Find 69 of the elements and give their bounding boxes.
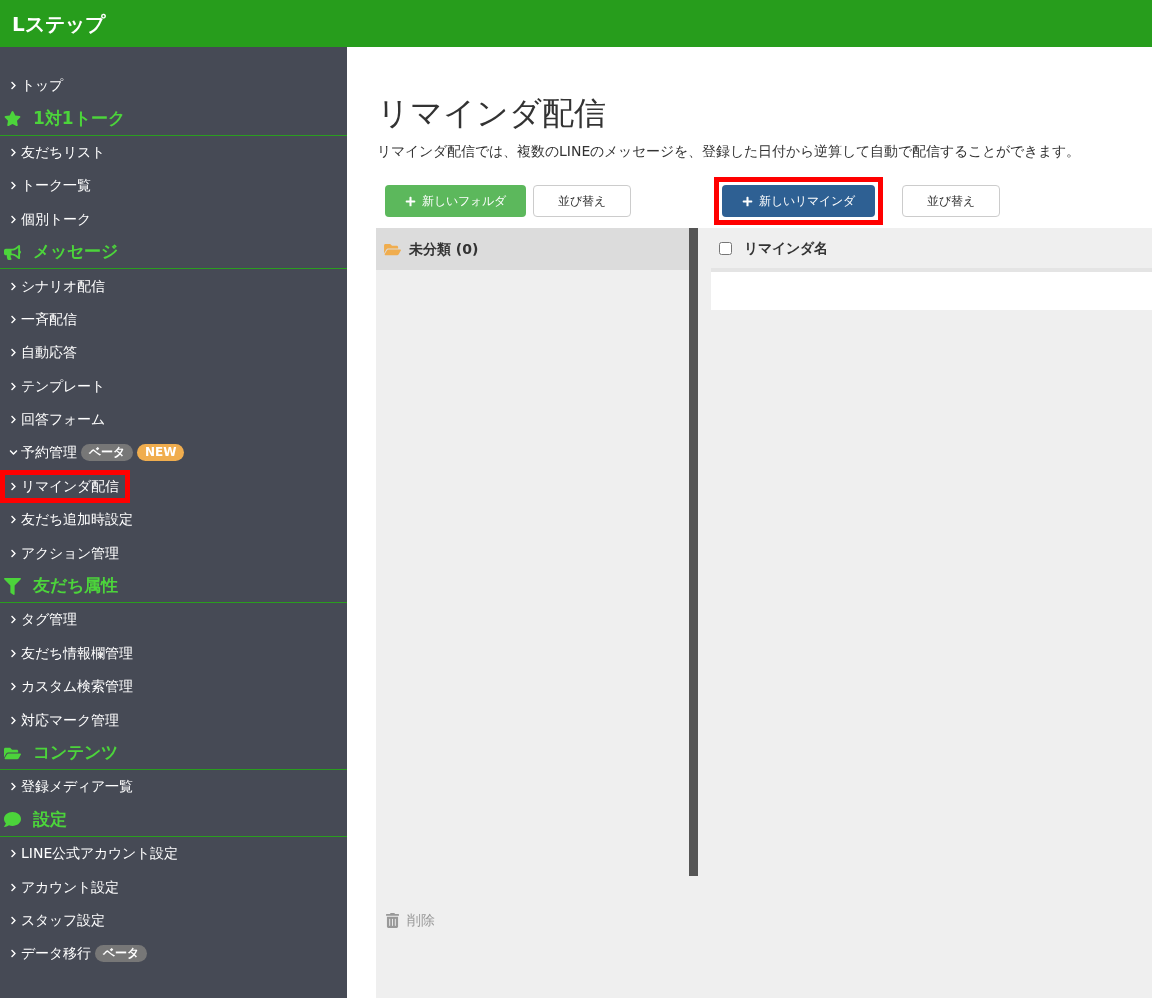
nav-link[interactable]: 友だち追加時設定 (9, 509, 133, 531)
nav-link[interactable]: LINE公式アカウント設定 (9, 843, 179, 865)
nav-link[interactable]: 友だち情報欄管理 (9, 642, 133, 664)
chevron-icon (9, 481, 18, 491)
section-label: コンテンツ (33, 741, 118, 765)
folder-icon (384, 241, 401, 257)
nav-link[interactable]: 対応マーク管理 (9, 709, 119, 731)
page-description: リマインダ配信では、複数のLINEのメッセージを、登録した日付から逆算して自動で配信することができます。 (377, 142, 1082, 161)
nav-link[interactable]: 自動応答 (9, 342, 77, 364)
folder-item[interactable]: 未分類 (0) (376, 228, 689, 270)
chevron-icon (9, 515, 18, 525)
nav-link[interactable]: 登録メディア一覧 (9, 776, 133, 798)
select-all-checkbox[interactable] (719, 241, 732, 255)
chevron-icon (9, 949, 18, 959)
chevron-icon (9, 314, 18, 324)
badge: NEW (137, 444, 185, 462)
nav-link[interactable]: 一斉配信 (9, 308, 77, 330)
nav-link[interactable]: タグ管理 (9, 609, 77, 631)
chevron-icon (9, 682, 18, 692)
speech-bubble-icon (4, 811, 21, 829)
chevron-icon (9, 882, 18, 892)
badge: ベータ (95, 945, 147, 963)
nav-link[interactable]: トップ (9, 75, 63, 97)
nav-link[interactable]: 予約管理 (9, 442, 77, 464)
funnel-icon (4, 577, 21, 595)
section-label: 1対1トーク (33, 106, 125, 130)
chevron-icon (9, 448, 18, 458)
page-title: リマインダ配信 (377, 93, 607, 134)
sort-button[interactable]: 並び替え (533, 185, 631, 217)
chevron-icon (9, 381, 18, 391)
chevron-icon (9, 648, 18, 658)
chevron-icon (9, 915, 18, 925)
plus-icon (405, 195, 416, 207)
chevron-icon (9, 147, 18, 157)
column-header: リマインダ名 (744, 238, 828, 258)
nav-link[interactable]: シナリオ配信 (9, 275, 105, 297)
chevron-icon (9, 281, 18, 291)
nav-link[interactable]: 友だちリスト (9, 141, 105, 163)
chevron-icon (9, 849, 18, 859)
new-button[interactable]: 新しいリマインダ (722, 185, 875, 217)
chevron-icon (9, 214, 18, 224)
nav-link[interactable]: データ移行 (9, 943, 91, 965)
chevron-icon (9, 782, 18, 792)
chevron-icon (9, 348, 18, 358)
logo[interactable]: Lステップ (12, 8, 105, 39)
plus-icon (742, 195, 753, 207)
sort-button[interactable]: 並び替え (902, 185, 1000, 217)
chevron-icon (9, 181, 18, 191)
nav-link[interactable]: アカウント設定 (9, 876, 119, 898)
nav-link[interactable]: アクション管理 (9, 542, 119, 564)
badge: ベータ (81, 444, 133, 462)
nav-link[interactable]: 回答フォーム (9, 409, 105, 431)
trash-icon (386, 913, 399, 928)
nav-link[interactable]: トーク一覧 (9, 175, 91, 197)
megaphone-icon (4, 243, 21, 261)
chevron-icon (9, 548, 18, 558)
chevron-icon (9, 81, 18, 91)
nav-link[interactable]: 個別トーク (9, 208, 91, 230)
section-label: メッセージ (33, 240, 118, 264)
nav-link[interactable]: テンプレート (9, 375, 105, 397)
nav-link[interactable]: リマインダ配信 (9, 475, 119, 497)
star-icon (4, 110, 21, 128)
nav-link[interactable]: カスタム検索管理 (9, 676, 133, 698)
chevron-icon (9, 715, 18, 725)
nav-link[interactable]: スタッフ設定 (9, 909, 105, 931)
chevron-icon (9, 615, 18, 625)
chevron-icon (9, 415, 18, 425)
section-label: 設定 (33, 808, 67, 832)
section-label: 友だち属性 (33, 574, 118, 598)
